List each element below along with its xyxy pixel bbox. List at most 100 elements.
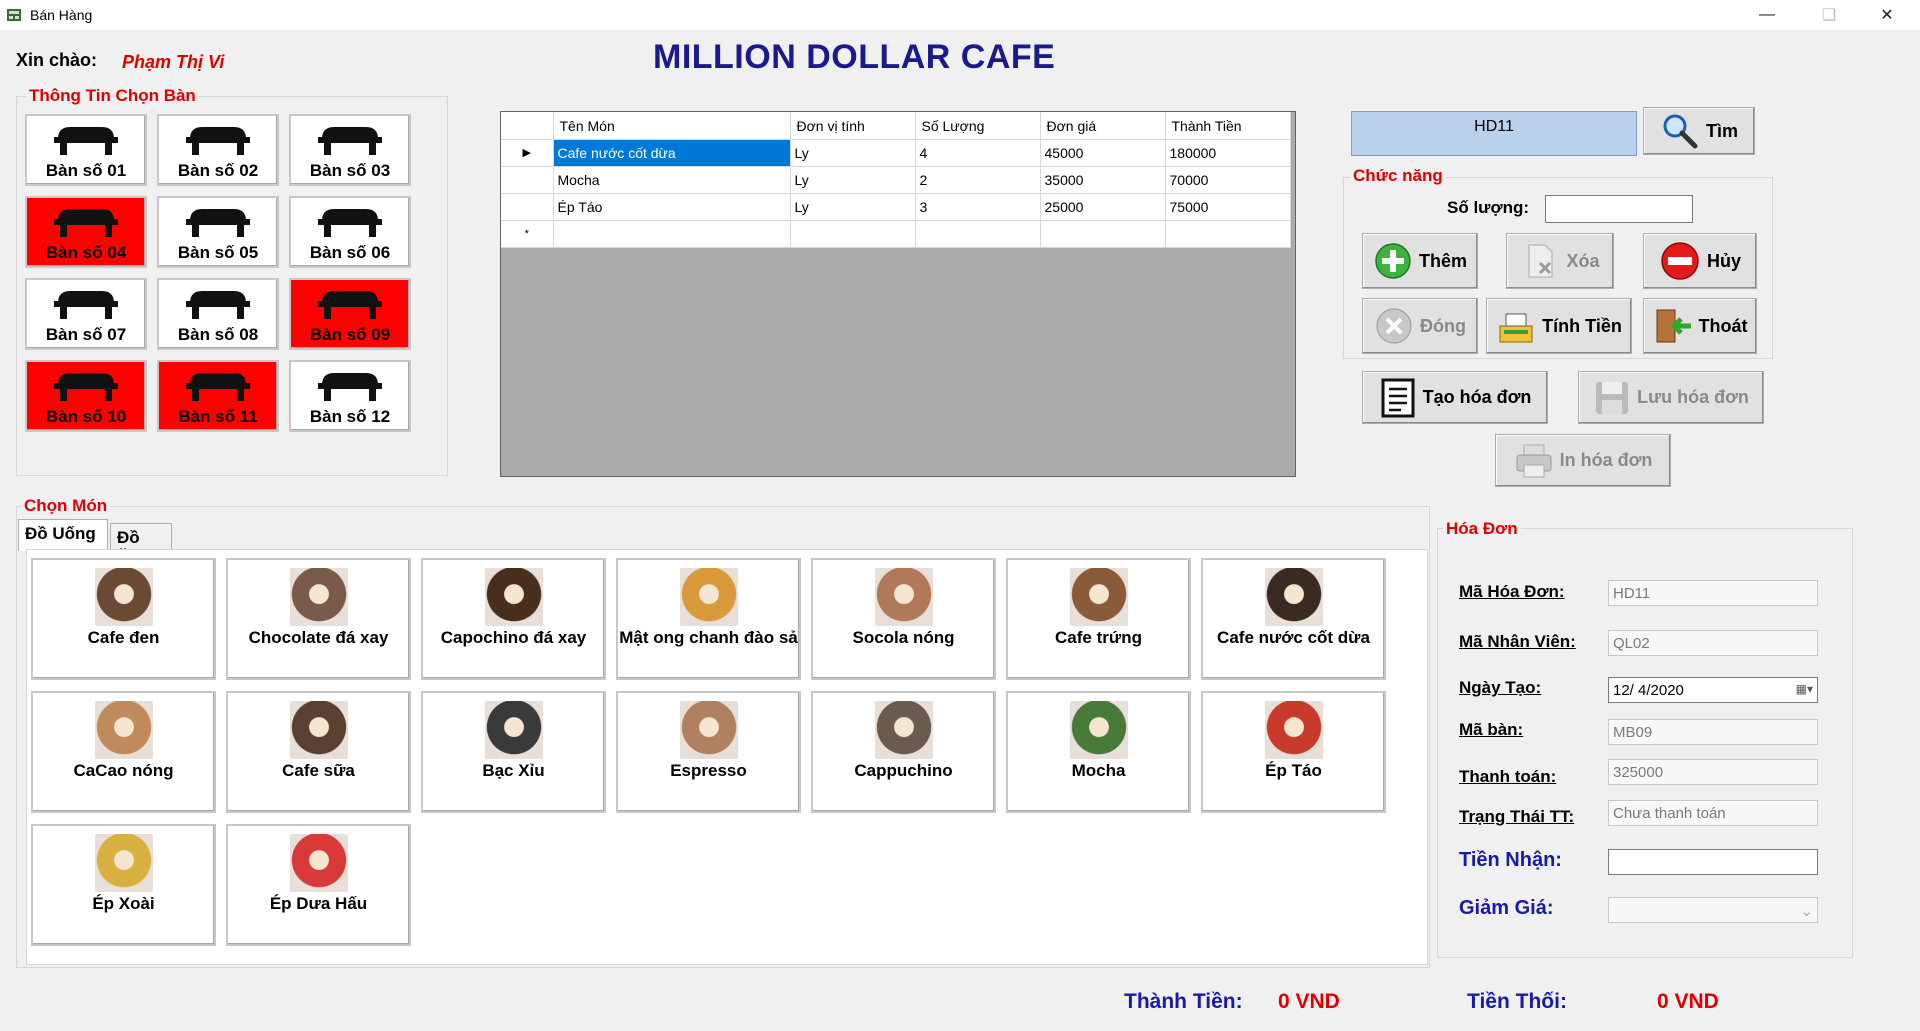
menu-item-name: Socola nóng: [852, 628, 955, 647]
menu-item-button[interactable]: Cafe trứng: [1006, 558, 1191, 680]
calculate-button[interactable]: Tính Tiền: [1486, 298, 1632, 354]
menu-item-button[interactable]: Cafe sữa: [226, 691, 411, 813]
cell-unit[interactable]: Ly: [790, 166, 916, 194]
menu-item-button[interactable]: Capochino đá xay: [421, 558, 606, 680]
table-button-label: Bàn số 04: [45, 243, 127, 262]
menu-item-button[interactable]: Cafe đen: [31, 558, 216, 680]
cell-unit-price[interactable]: 45000: [1040, 139, 1166, 167]
close-button[interactable]: Đóng: [1362, 298, 1478, 354]
menu-item-button[interactable]: Bạc Xỉu: [421, 691, 606, 813]
menu-item-button[interactable]: Cappuchino: [811, 691, 996, 813]
table-button-1[interactable]: Bàn số 01: [25, 114, 147, 186]
cell-unit[interactable]: [790, 220, 916, 248]
col-header-item[interactable]: Tên Món: [553, 112, 791, 140]
print-invoice-button[interactable]: In hóa đơn: [1495, 434, 1671, 487]
received-input[interactable]: [1608, 849, 1818, 875]
tab-drinks[interactable]: Đồ Uống: [18, 519, 108, 551]
delete-button[interactable]: Xóa: [1506, 233, 1614, 289]
menu-item-button[interactable]: Mật ong chanh đào sả: [616, 558, 801, 680]
status-label: Trạng Thái TT:: [1459, 807, 1575, 826]
cell-item[interactable]: Mocha: [553, 166, 791, 194]
table-id-field[interactable]: MB09: [1608, 719, 1818, 745]
menu-item-button[interactable]: Ép Táo: [1201, 691, 1386, 813]
menu-item-button[interactable]: Espresso: [616, 691, 801, 813]
payment-field[interactable]: 325000: [1608, 759, 1818, 785]
menu-item-button[interactable]: Cafe nước cốt dừa: [1201, 558, 1386, 680]
invoice-search-field[interactable]: HD11: [1351, 111, 1637, 156]
status-field[interactable]: Chưa thanh toán: [1608, 800, 1818, 826]
order-grid[interactable]: Tên Món Đơn vị tính Số Lượng Đơn giá Thà…: [500, 111, 1296, 477]
new-row[interactable]: *: [501, 220, 1291, 248]
maximize-button[interactable]: ❑: [1806, 0, 1852, 30]
menu-item-button[interactable]: CaCao nóng: [31, 691, 216, 813]
cell-item[interactable]: [553, 220, 791, 248]
menu-item-button[interactable]: Chocolate đá xay: [226, 558, 411, 680]
cancel-button[interactable]: Hủy: [1643, 233, 1757, 289]
row-header[interactable]: [501, 193, 554, 221]
create-invoice-button[interactable]: Tạo hóa đơn: [1362, 371, 1548, 424]
quantity-input[interactable]: [1545, 195, 1693, 223]
cell-unit-price[interactable]: 35000: [1040, 166, 1166, 194]
menu-item-button[interactable]: Socola nóng: [811, 558, 996, 680]
brand-title: MILLION DOLLAR CAFE: [653, 38, 1056, 76]
menu-item-button[interactable]: Ép Xoài: [31, 824, 216, 946]
table-row[interactable]: Mocha Ly 2 35000 70000: [501, 166, 1291, 194]
menu-item-button[interactable]: Ép Dưa Hấu: [226, 824, 411, 946]
cell-unit-price[interactable]: 25000: [1040, 193, 1166, 221]
menu-item-name: Ép Táo: [1265, 761, 1322, 780]
table-button-8[interactable]: Bàn số 08: [157, 278, 279, 350]
cell-quantity[interactable]: 3: [915, 193, 1041, 221]
cell-unit[interactable]: Ly: [790, 139, 916, 167]
table-button-3[interactable]: Bàn số 03: [289, 114, 411, 186]
table-button-12[interactable]: Bàn số 12: [289, 360, 411, 432]
window-title: Bán Hàng: [30, 7, 93, 23]
staff-id-field[interactable]: QL02: [1608, 630, 1818, 656]
cell-amount[interactable]: [1165, 220, 1291, 248]
search-icon: [1660, 111, 1700, 151]
cell-amount[interactable]: 70000: [1165, 166, 1291, 194]
menu-item-name: Chocolate đá xay: [248, 628, 389, 647]
invoice-id-field[interactable]: HD11: [1608, 580, 1818, 606]
menu-item-image: [679, 701, 738, 759]
col-header-amount[interactable]: Thành Tiền: [1165, 112, 1291, 140]
cell-amount[interactable]: 180000: [1165, 139, 1291, 167]
tab-food[interactable]: Đồ Ăn: [110, 523, 172, 567]
table-button-7[interactable]: Bàn số 07: [25, 278, 147, 350]
minimize-button[interactable]: —: [1744, 0, 1790, 30]
cell-quantity[interactable]: 4: [915, 139, 1041, 167]
table-button-10[interactable]: Bàn số 10: [25, 360, 147, 432]
cell-unit-price[interactable]: [1040, 220, 1166, 248]
menu-legend: Chọn Món: [21, 496, 111, 516]
discount-select[interactable]: ⌄: [1608, 897, 1818, 923]
new-row-marker[interactable]: *: [501, 220, 554, 248]
calendar-icon[interactable]: ▦▾: [1796, 682, 1813, 702]
order-table: Tên Món Đơn vị tính Số Lượng Đơn giá Thà…: [501, 112, 1291, 248]
close-window-button[interactable]: ✕: [1864, 0, 1910, 30]
table-button-11[interactable]: Bàn số 11: [157, 360, 279, 432]
save-invoice-button[interactable]: Lưu hóa đơn: [1578, 371, 1764, 424]
table-button-9[interactable]: Bàn số 09: [289, 278, 411, 350]
date-picker[interactable]: 12/ 4/2020 ▦▾: [1608, 677, 1818, 703]
cell-unit[interactable]: Ly: [790, 193, 916, 221]
col-header-quantity[interactable]: Số Lượng: [915, 112, 1041, 140]
cell-item[interactable]: Cafe nước cốt dừa: [553, 139, 791, 167]
exit-button[interactable]: Thoát: [1643, 298, 1757, 354]
menu-item-button[interactable]: Mocha: [1006, 691, 1191, 813]
table-button-5[interactable]: Bàn số 05: [157, 196, 279, 268]
table-button-2[interactable]: Bàn số 02: [157, 114, 279, 186]
col-header-unit[interactable]: Đơn vị tính: [790, 112, 916, 140]
table-button-4[interactable]: Bàn số 04: [25, 196, 147, 268]
search-button[interactable]: Tìm: [1643, 107, 1755, 155]
table-button-label: Bàn số 08: [177, 325, 259, 344]
table-button-6[interactable]: Bàn số 06: [289, 196, 411, 268]
current-row-marker[interactable]: ▶: [501, 139, 554, 167]
cell-amount[interactable]: 75000: [1165, 193, 1291, 221]
add-button[interactable]: Thêm: [1362, 233, 1478, 289]
table-row[interactable]: ▶ Cafe nước cốt dừa Ly 4 45000 180000: [501, 139, 1291, 167]
cell-quantity[interactable]: [915, 220, 1041, 248]
table-row[interactable]: Ép Táo Ly 3 25000 75000: [501, 193, 1291, 221]
row-header[interactable]: [501, 166, 554, 194]
cell-item[interactable]: Ép Táo: [553, 193, 791, 221]
cell-quantity[interactable]: 2: [915, 166, 1041, 194]
col-header-unit-price[interactable]: Đơn giá: [1040, 112, 1166, 140]
